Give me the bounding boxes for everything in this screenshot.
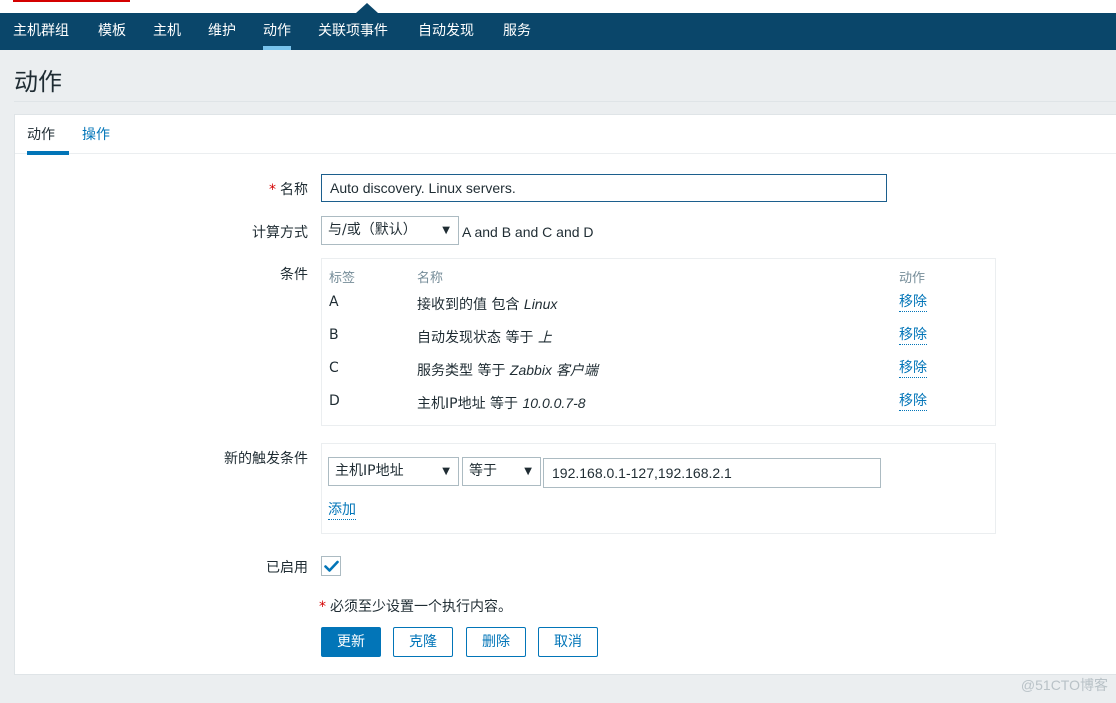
nav-item-actions[interactable]: 动作 [263,13,291,50]
remove-condition-link[interactable]: 移除 [899,392,927,411]
nav-item-discovery[interactable]: 自动发现 [418,13,474,50]
condition-name: 接收到的值 包含 Linux [417,296,558,313]
delete-button[interactable]: 删除 [466,627,526,657]
condition-value-input[interactable]: 192.168.0.1-127,192.168.2.1 [543,458,881,488]
name-input[interactable]: Auto discovery. Linux servers. [321,174,887,202]
nav-item-host-groups[interactable]: 主机群组 [13,13,69,50]
condition-name: 自动发现状态 等于 上 [417,329,552,346]
nav-item-hosts[interactable]: 主机 [153,13,181,50]
calculation-selected: 与/或（默认） [328,222,417,238]
cancel-button[interactable]: 取消 [538,627,598,657]
conditions-label: 条件 [280,267,308,283]
condition-type-select[interactable]: 主机IP地址 ▼ [328,457,459,486]
nav-item-event-correlation[interactable]: 关联项事件 [318,13,388,50]
main-navigation: 主机群组 模板 主机 维护 动作 关联项事件 自动发现 服务 [0,13,1116,50]
nav-item-services[interactable]: 服务 [503,13,531,50]
calculation-formula: A and B and C and D [462,224,594,240]
column-header-tag: 标签 [329,271,356,286]
condition-operator-select[interactable]: 等于 ▼ [462,457,541,486]
title-divider [14,101,1116,102]
remove-condition-link[interactable]: 移除 [899,359,927,378]
conditions-table: 标签 名称 动作 A 接收到的值 包含 Linux 移除 B 自动发现状态 等于… [321,258,996,426]
tab-operations[interactable]: 操作 [82,115,110,154]
nav-item-maintenance[interactable]: 维护 [208,13,236,50]
condition-tag: A [329,294,339,310]
chevron-down-icon: ▼ [442,466,450,477]
condition-tag: D [329,393,340,409]
condition-name: 主机IP地址 等于 10.0.0.7-8 [417,395,586,412]
remove-condition-link[interactable]: 移除 [899,293,927,312]
tab-bar: 动作 操作 [15,115,1116,155]
required-note: * 必须至少设置一个执行内容。 [319,599,512,615]
tab-action[interactable]: 动作 [27,115,69,155]
new-condition-label: 新的触发条件 [224,451,308,467]
add-condition-link[interactable]: 添加 [328,501,356,520]
nav-notch-indicator [356,3,378,13]
update-button[interactable]: 更新 [321,627,381,657]
new-condition-box: 主机IP地址 ▼ 等于 ▼ 192.168.0.1-127,192.168.2.… [321,443,996,534]
enabled-checkbox[interactable] [321,556,341,576]
condition-type-selected: 主机IP地址 [335,463,404,479]
remove-condition-link[interactable]: 移除 [899,326,927,345]
condition-tag: C [329,360,339,376]
action-form-panel: 动作 操作 * 名称 Auto discovery. Linux servers.… [14,114,1116,675]
chevron-down-icon: ▼ [442,225,450,236]
nav-item-templates[interactable]: 模板 [98,13,126,50]
logo-underline [13,0,130,2]
top-strip [0,0,1116,13]
required-mark: * [319,599,326,615]
column-header-action: 动作 [899,271,926,286]
calculation-select[interactable]: 与/或（默认） ▼ [321,216,459,245]
enabled-label: 已启用 [266,560,308,576]
condition-tag: B [329,327,339,343]
checkmark-icon [324,560,339,572]
name-label: * 名称 [269,182,308,198]
clone-button[interactable]: 克隆 [393,627,453,657]
chevron-down-icon: ▼ [524,466,532,477]
condition-name: 服务类型 等于 Zabbix 客户端 [417,362,598,379]
calculation-label: 计算方式 [252,225,308,241]
column-header-name: 名称 [417,271,444,286]
page-title: 动作 [14,68,62,96]
required-mark: * [269,182,276,198]
condition-operator-selected: 等于 [469,463,497,479]
watermark: @51CTO博客 [1020,677,1108,693]
